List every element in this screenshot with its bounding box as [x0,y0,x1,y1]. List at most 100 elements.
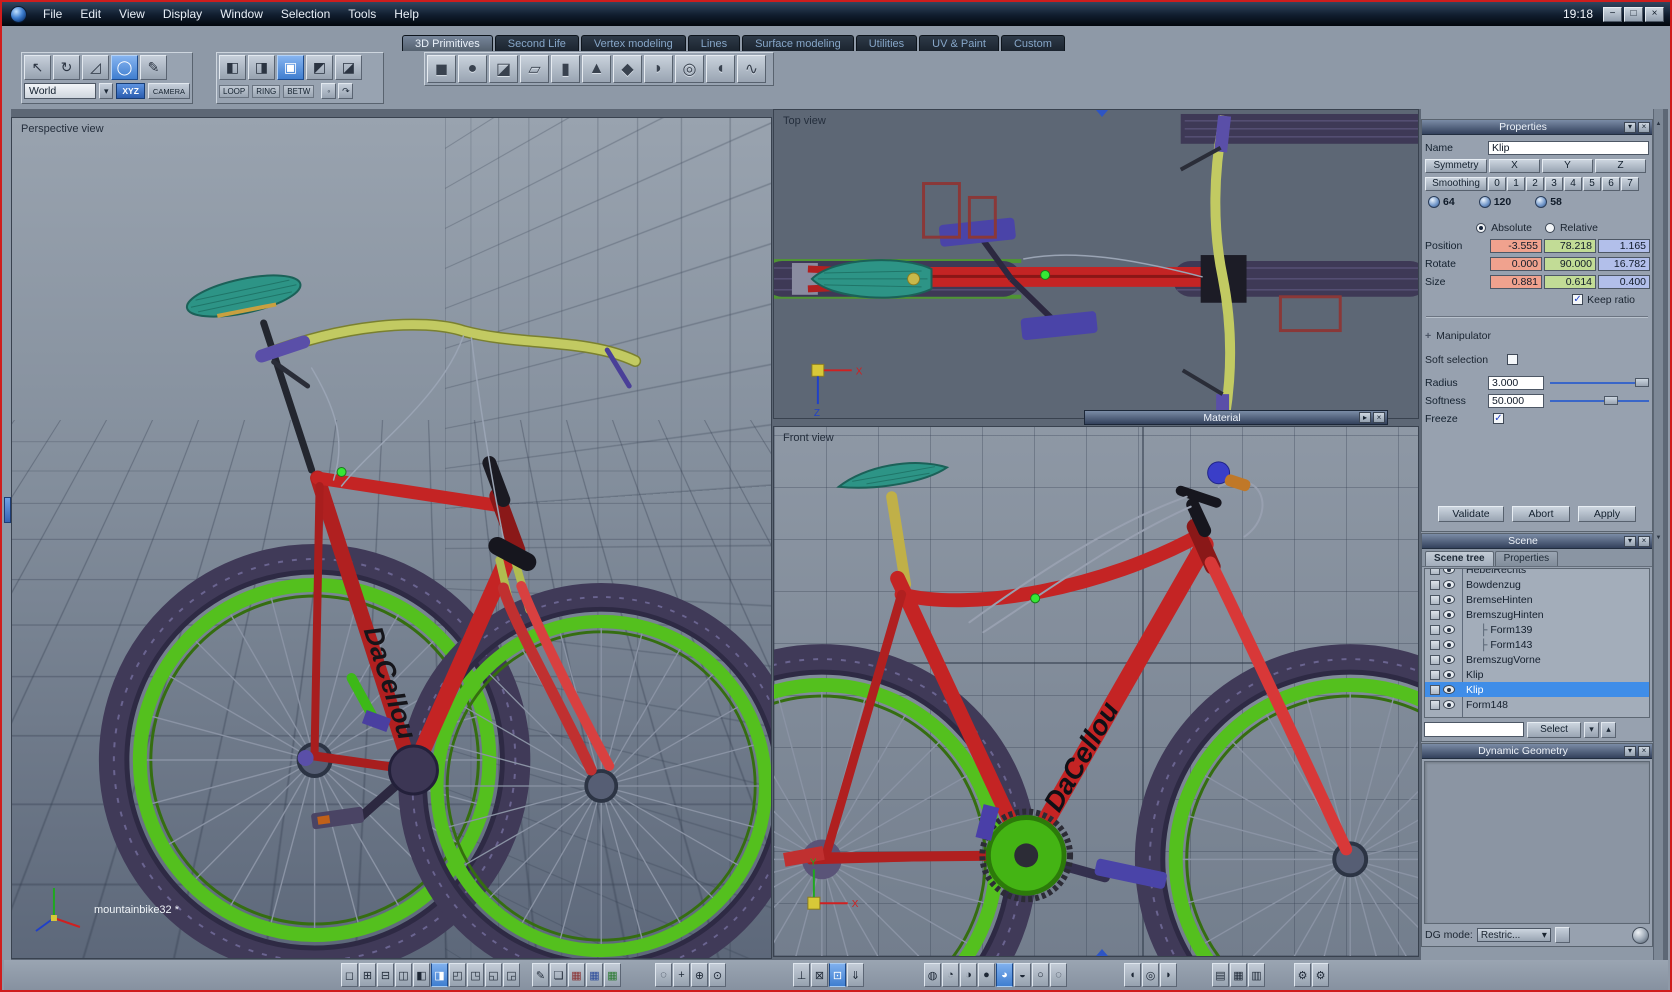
smoothing-level-button[interactable]: 3 [1545,176,1563,191]
edge-tool-icon[interactable]: ◧ [219,55,246,80]
dock-splitter-handle[interactable] [4,497,11,523]
world-dropdown-arrow[interactable]: ▾ [99,83,114,99]
size-field[interactable] [1598,274,1650,289]
splitter-marker-icon[interactable] [1096,949,1108,956]
object-type-icon[interactable] [1430,594,1440,605]
backface-icon[interactable]: ◖ [1124,963,1141,987]
layout-vsplit-icon[interactable]: ◫ [395,963,412,987]
betw-button[interactable]: BETW [283,84,315,98]
face-tool-icon[interactable]: ◨ [248,55,275,80]
symmetry-axis-button[interactable]: X [1489,158,1540,173]
cylinder-primitive-icon[interactable]: ▮ [551,55,580,83]
pen-select-icon[interactable]: ✎ [140,55,167,80]
tool-tab[interactable]: Surface modeling [742,35,854,51]
validate-button[interactable]: Validate [1438,505,1504,522]
tool-icon[interactable]: ⊠ [811,963,828,987]
radius-slider-handle[interactable] [1635,377,1649,387]
splitter-marker-icon[interactable] [1096,110,1108,117]
halfsphere-primitive-icon[interactable]: ◗ [644,55,673,83]
visibility-eye-icon[interactable] [1443,670,1455,679]
smooth-shade-icon[interactable]: ● [978,963,995,987]
gear-icon[interactable]: ⚙ [1294,963,1311,987]
pan-icon[interactable]: + [673,963,690,987]
menu-item[interactable]: Tools [339,5,385,23]
object-type-icon[interactable] [1430,684,1440,695]
menu-item[interactable]: Edit [71,5,110,23]
eye-icon[interactable]: ⊙ [709,963,726,987]
position-field[interactable] [1598,238,1650,253]
drop-icon[interactable]: ⇓ [847,963,864,987]
absolute-radio[interactable] [1476,222,1487,233]
material-panel-titlebar[interactable]: Material ▸ × [1084,410,1388,425]
axes-icon[interactable]: ⊥ [793,963,810,987]
maximize-button[interactable]: □ [1624,6,1643,22]
symmetry-axis-button[interactable]: Z [1595,158,1646,173]
size-field[interactable] [1544,274,1596,289]
size-field[interactable] [1490,274,1542,289]
menu-item[interactable]: Selection [272,5,339,23]
dynamic-geometry-titlebar[interactable]: Dynamic Geometry ▾ × [1422,744,1652,759]
collapse-button[interactable]: ▾ [1624,121,1636,133]
rotate-field[interactable] [1598,256,1650,271]
layout-right-icon[interactable]: ◨ [431,963,448,987]
torus-display-icon[interactable]: ◎ [1142,963,1159,987]
scene-tree-item[interactable]: BremszugHinten [1425,607,1649,622]
grid-wall-icon[interactable]: ▥ [1248,963,1265,987]
brush-icon[interactable]: ❏ [550,963,567,987]
render-gear-icon[interactable]: ⚙ [1312,963,1329,987]
select-button[interactable]: Select [1527,721,1581,738]
object-type-icon[interactable] [1430,669,1440,680]
object-type-icon[interactable] [1430,609,1440,620]
tool-tab[interactable]: Lines [687,35,741,51]
smoothing-level-button[interactable]: 6 [1602,176,1620,191]
between-tool-icon[interactable]: ◪ [335,55,362,80]
minimize-button[interactable]: − [1603,6,1622,22]
dropdown-button[interactable]: ▾ [1584,721,1599,738]
rotate-tool-icon[interactable]: ↻ [53,55,80,80]
perspective-viewport[interactable]: DaCellou Perspective view mountainbike32… [11,117,772,959]
helix-primitive-icon[interactable]: ∿ [737,55,766,83]
scene-filter-input[interactable] [1424,722,1524,737]
dg-mode-select[interactable]: Restric... ▾ [1476,928,1551,942]
scene-tree-item[interactable]: Klip [1425,682,1649,697]
relative-radio[interactable] [1544,222,1555,233]
visibility-eye-icon[interactable] [1443,569,1455,574]
smoothing-level-button[interactable]: 7 [1621,176,1639,191]
points-shade-icon[interactable]: ◌ [1050,963,1067,987]
rotate-field[interactable] [1544,256,1596,271]
snap-icon[interactable]: ⊡ [829,963,846,987]
scene-tree-item[interactable]: Form143 [1425,637,1649,652]
close-button[interactable]: × [1638,745,1650,757]
layout-tl-icon[interactable]: ◰ [449,963,466,987]
scene-titlebar[interactable]: Scene ▾ × [1422,534,1652,549]
menu-item[interactable]: Help [385,5,428,23]
cone-primitive-icon[interactable]: ▲ [582,55,611,83]
symmetry-axis-button[interactable]: Y [1542,158,1593,173]
layout-br-icon[interactable]: ◲ [503,963,520,987]
properties-titlebar[interactable]: Properties ▾ × [1422,120,1652,135]
visibility-eye-icon[interactable] [1443,610,1455,619]
ghost-shade-icon[interactable]: ○ [1032,963,1049,987]
camera-mode-button[interactable]: CAMERA [147,83,190,99]
hidden-line-icon[interactable]: ◔ [942,963,959,987]
scene-tree-item[interactable]: Klip [1425,667,1649,682]
marquee-icon[interactable]: ◌ [655,963,672,987]
scene-tab[interactable]: Properties [1494,551,1559,566]
menu-item[interactable]: Window [211,5,272,23]
object-type-icon[interactable] [1430,699,1440,710]
loop-button[interactable]: LOOP [219,84,250,98]
frontface-icon[interactable]: ◗ [1160,963,1177,987]
scene-tree-item[interactable]: HebelRechts [1425,569,1649,577]
tool-tab[interactable]: Vertex modeling [580,35,686,51]
scene-tab[interactable]: Scene tree [1425,551,1494,566]
smoothing-button[interactable]: Smoothing [1425,176,1487,191]
menu-item[interactable]: View [110,5,154,23]
dg-sphere-icon[interactable] [1632,926,1649,944]
scene-tree-item[interactable]: Form139 [1425,622,1649,637]
capsule-primitive-icon[interactable]: ◖ [706,55,735,83]
expand-button[interactable]: ▸ [1359,412,1371,423]
menu-item[interactable]: Display [154,5,211,23]
zoom-icon[interactable]: ⊕ [691,963,708,987]
position-field[interactable] [1490,238,1542,253]
keep-ratio-checkbox[interactable]: ✓ [1572,294,1584,305]
